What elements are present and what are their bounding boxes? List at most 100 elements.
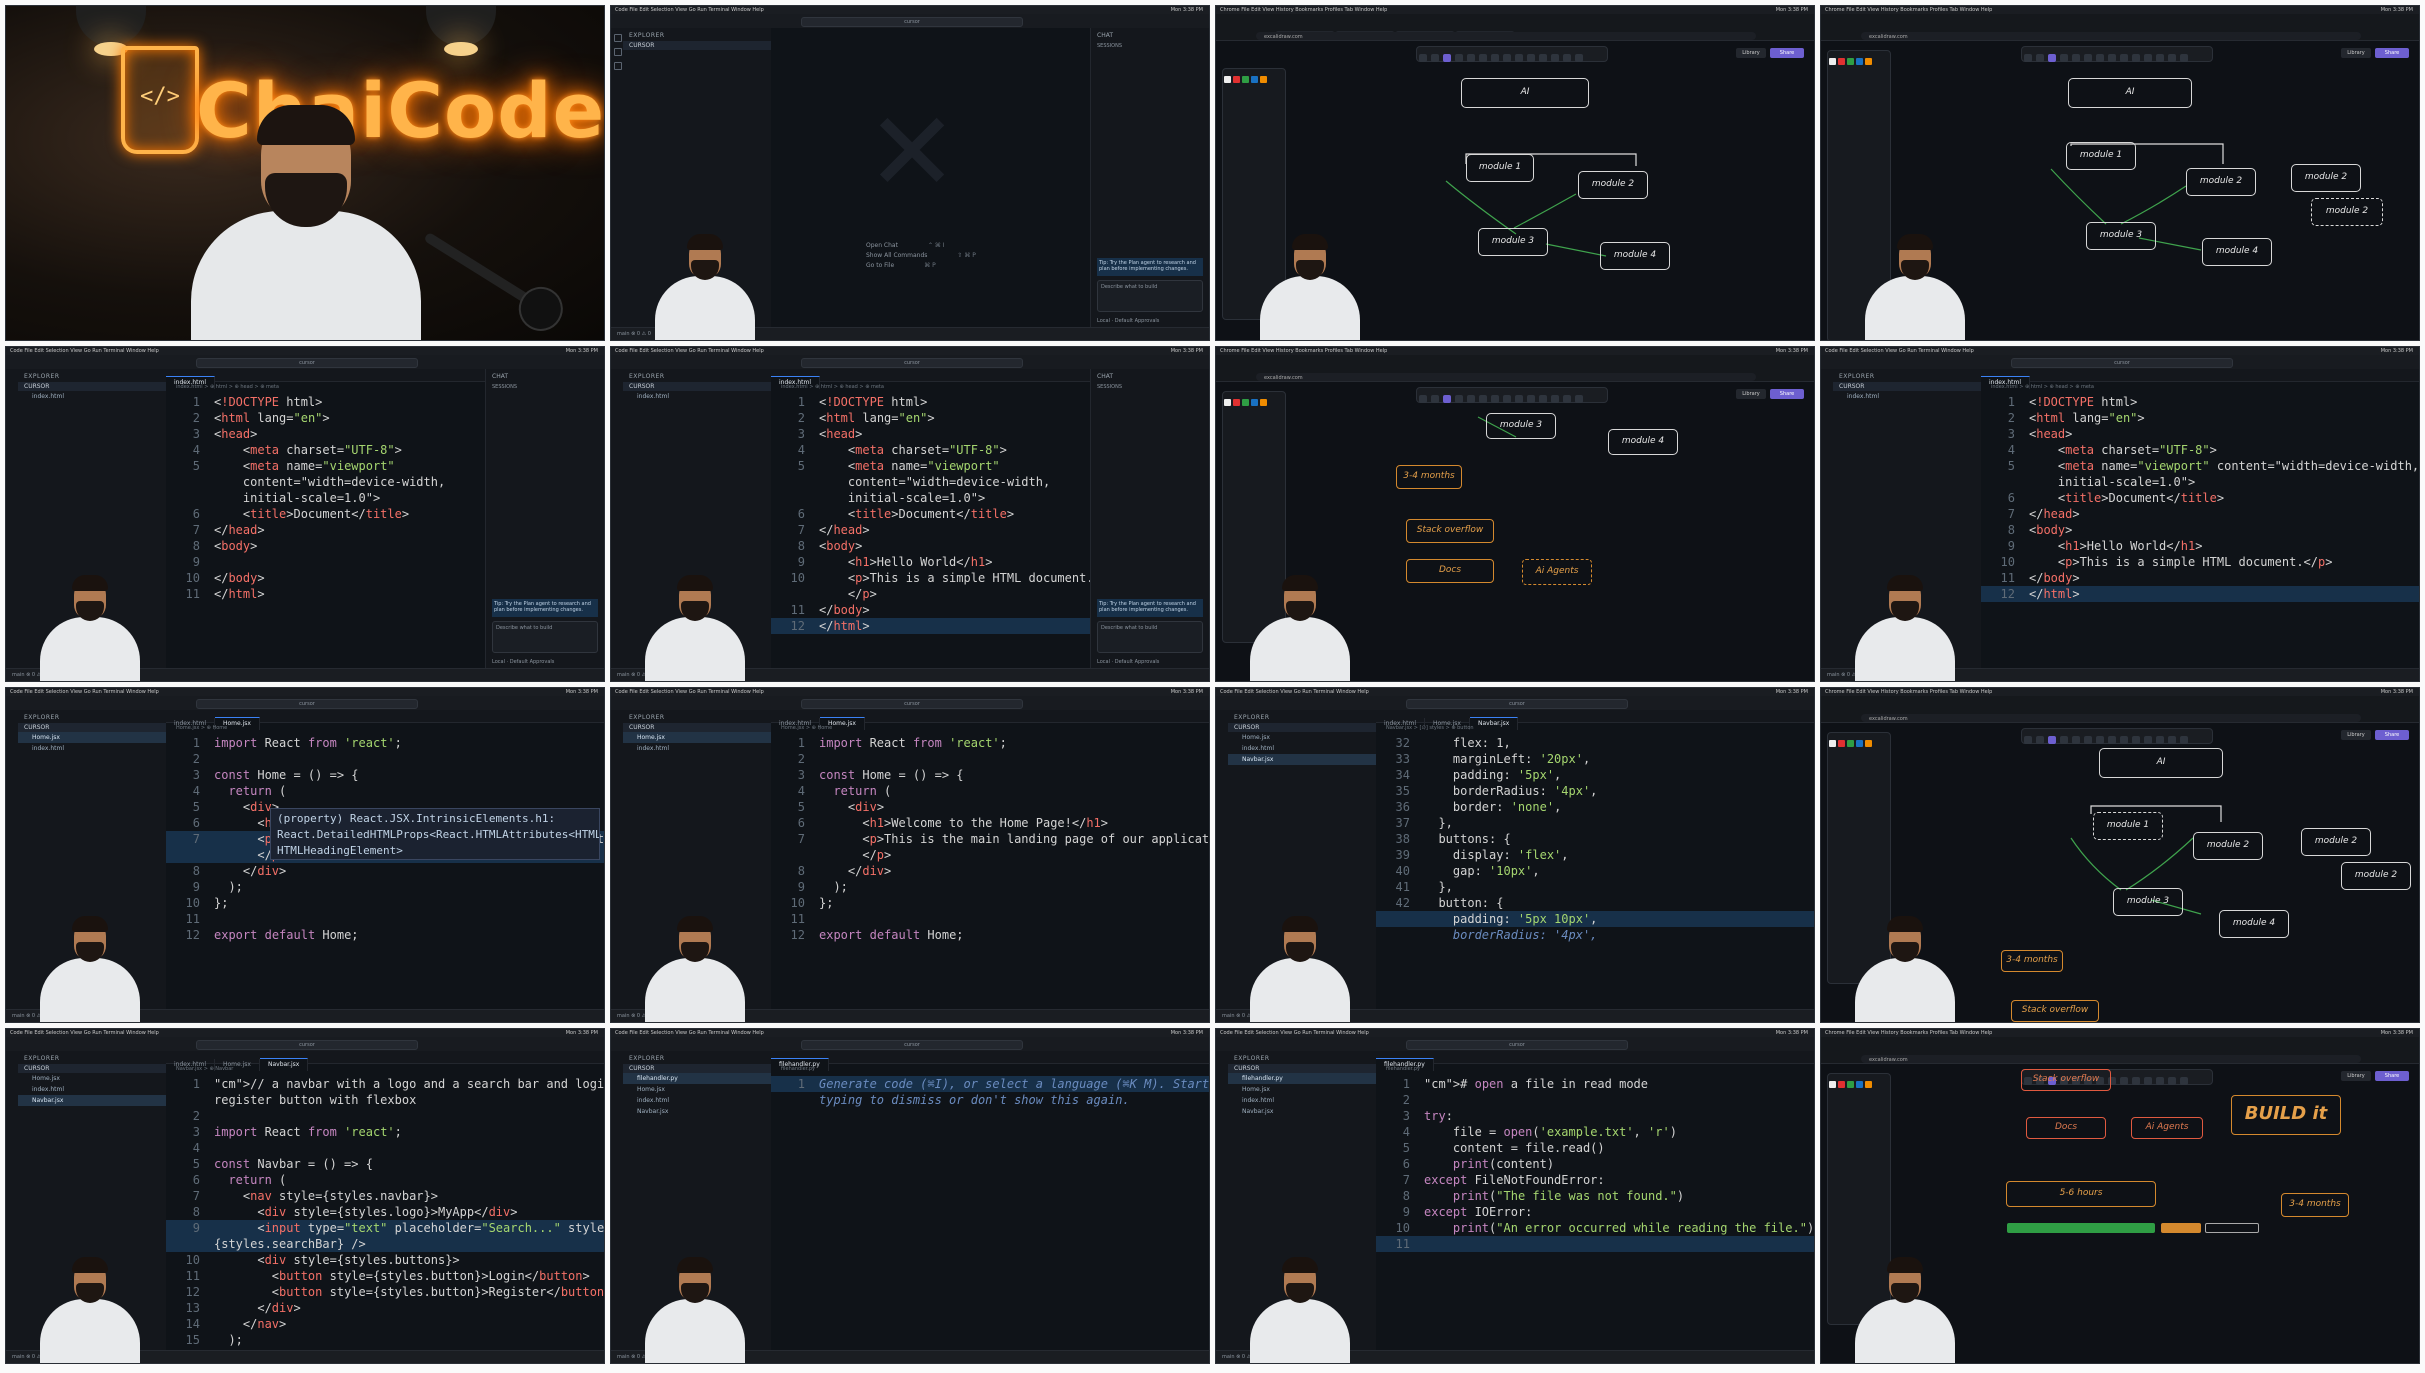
- code-editor[interactable]: index.html Home.jsx Navbar.jsx Navbar.jsx …: [1376, 710, 1814, 1010]
- file-home-jsx[interactable]: Home.jsx: [623, 1084, 771, 1095]
- code-line[interactable]: 7 </head>: [771, 522, 1091, 538]
- file-home-jsx[interactable]: Home.jsx: [1228, 1084, 1376, 1095]
- file-index-html[interactable]: index.html: [623, 743, 771, 754]
- chat-input[interactable]: Describe what to build: [492, 621, 598, 653]
- code-line[interactable]: 12 </html>: [771, 618, 1091, 634]
- stack-overflow-note[interactable]: Stack overflow: [1406, 519, 1494, 543]
- code-editor[interactable]: index.html Home.jsx Home.jsx > ⊕ Home 1 im…: [771, 710, 1209, 1010]
- search-icon[interactable]: [614, 48, 622, 56]
- code-line[interactable]: 9 <h1>Hello World</h1>: [1981, 538, 2419, 554]
- stack-overflow-note[interactable]: Stack overflow: [2021, 1069, 2111, 1091]
- code-line[interactable]: 9 );: [166, 879, 604, 895]
- code-line[interactable]: 8 <div style={styles.logo}>MyApp</div>: [166, 1204, 604, 1220]
- code-line[interactable]: 9: [166, 554, 486, 570]
- shortcut-open-chat[interactable]: Open Chat ⌃ ⌘ I: [866, 242, 945, 249]
- code-line[interactable]: 9 );: [771, 879, 1209, 895]
- code-line[interactable]: 12 export default Home;: [166, 927, 604, 943]
- code-line[interactable]: 33 marginLeft: '20px',: [1376, 751, 1814, 767]
- module-4-box[interactable]: module 4: [2219, 910, 2289, 938]
- ai-agents-note[interactable]: Ai Agents: [1522, 559, 1592, 585]
- code-line[interactable]: content="width=device-width,: [771, 474, 1091, 490]
- module-1-box[interactable]: module 1: [2066, 142, 2136, 170]
- code-line[interactable]: 10};: [166, 895, 604, 911]
- code-line[interactable]: 34 padding: '5px',: [1376, 767, 1814, 783]
- code-line[interactable]: 38 buttons: {: [1376, 831, 1814, 847]
- chat-input[interactable]: Describe what to build: [1097, 280, 1203, 312]
- file-index-html[interactable]: index.html: [1833, 391, 1981, 402]
- code-line[interactable]: 9 except IOError:: [1376, 1204, 1814, 1220]
- duration-note[interactable]: 3-4 months: [2281, 1193, 2349, 1217]
- folder-cursor[interactable]: CURSOR: [623, 41, 771, 50]
- code-line[interactable]: 32 flex: 1,: [1376, 735, 1814, 751]
- code-editor[interactable]: index.html Home.jsx Home.jsx > ⊕ Home 1 im…: [166, 710, 604, 1010]
- tile-editor-welcome[interactable]: Code File Edit Selection View Go Run Ter…: [610, 5, 1210, 341]
- code-line[interactable]: 8 </div>: [771, 863, 1209, 879]
- code-line[interactable]: 8 <body>: [166, 538, 486, 554]
- command-search[interactable]: cursor: [1406, 699, 1628, 709]
- tile-editor-python[interactable]: Code File Edit Selection View Go Run Ter…: [1215, 1028, 1815, 1364]
- code-line[interactable]: 2 <html lang="en">: [166, 410, 486, 426]
- code-line[interactable]: 1 "cm"># open a file in read mode: [1376, 1076, 1814, 1092]
- tile-editor-navbar[interactable]: Code File Edit Selection View Go Run Ter…: [5, 1028, 605, 1364]
- module-4-box[interactable]: module 4: [2202, 238, 2272, 266]
- docs-note[interactable]: Docs: [1406, 559, 1494, 583]
- code-line[interactable]: 1 <!DOCTYPE html>: [771, 394, 1091, 410]
- code-line[interactable]: 36 border: 'none',: [1376, 799, 1814, 815]
- file-index-html[interactable]: index.html: [1228, 743, 1376, 754]
- module-1-box[interactable]: module 1: [2093, 812, 2163, 840]
- tile-editor-home-tooltip[interactable]: Code File Edit Selection View Go Run Ter…: [5, 687, 605, 1023]
- folder-cursor[interactable]: CURSOR: [623, 723, 771, 732]
- tab-navbar-jsx[interactable]: Navbar.jsx: [259, 1058, 309, 1071]
- file-navbar-jsx[interactable]: Navbar.jsx: [1228, 754, 1376, 765]
- tile-editor-navbar-styles[interactable]: Code File Edit Selection View Go Run Ter…: [1215, 687, 1815, 1023]
- code-line[interactable]: 1 import React from 'react';: [771, 735, 1209, 751]
- chat-input[interactable]: Describe what to build: [1097, 621, 1203, 653]
- file-filehandler-py[interactable]: filehandler.py: [1228, 1073, 1376, 1084]
- tile-whiteboard-resources[interactable]: Chrome File Edit View History Bookmarks …: [1215, 346, 1815, 682]
- code-line[interactable]: 7 </head>: [1981, 506, 2419, 522]
- module-2-box[interactable]: module 2: [2193, 832, 2263, 860]
- tile-editor-html-basic[interactable]: Code File Edit Selection View Go Run Ter…: [5, 346, 605, 682]
- code-line[interactable]: 2 <html lang="en">: [771, 410, 1091, 426]
- module-2-box[interactable]: module 2: [1578, 171, 1648, 199]
- code-line[interactable]: 12 <button style={styles.button}>Registe…: [166, 1284, 604, 1300]
- code-line[interactable]: 3 <head>: [1981, 426, 2419, 442]
- code-line[interactable]: 42 button: {: [1376, 895, 1814, 911]
- command-search[interactable]: cursor: [2011, 358, 2233, 368]
- code-line[interactable]: 11 <button style={styles.button}>Login</…: [166, 1268, 604, 1284]
- command-search[interactable]: cursor: [801, 699, 1023, 709]
- shortcut-show-commands[interactable]: Show All Commands ⇧ ⌘ P: [866, 252, 976, 259]
- code-line[interactable]: 4 <meta charset="UTF-8">: [1981, 442, 2419, 458]
- folder-cursor[interactable]: CURSOR: [18, 382, 166, 391]
- command-search[interactable]: cursor: [801, 358, 1023, 368]
- code-line[interactable]: 40 gap: '10px',: [1376, 863, 1814, 879]
- tile-intro[interactable]: </> ChaiCode: [5, 5, 605, 341]
- code-editor[interactable]: index.html index.html > ⊕ html > ⊕ head …: [771, 369, 1094, 669]
- code-line[interactable]: 6 <title>Document</title>: [771, 506, 1091, 522]
- shortcut-go-to-file[interactable]: Go to File ⌘ P: [866, 262, 936, 269]
- file-filehandler-py[interactable]: filehandler.py: [623, 1073, 771, 1084]
- code-line[interactable]: 6 <title>Document</title>: [166, 506, 486, 522]
- folder-cursor[interactable]: CURSOR: [1228, 1064, 1376, 1073]
- code-line[interactable]: 10 <p>This is a simple HTML document.</p…: [1981, 554, 2419, 570]
- code-line[interactable]: 37 },: [1376, 815, 1814, 831]
- module-3-box[interactable]: module 3: [2113, 888, 2183, 916]
- code-line[interactable]: 11 </body>: [1981, 570, 2419, 586]
- code-line[interactable]: 7 <p>This is the main landing page of ou…: [771, 831, 1209, 847]
- code-line[interactable]: 11: [771, 911, 1209, 927]
- ai-box[interactable]: AI: [2068, 78, 2192, 108]
- module-1-box[interactable]: module 1: [1466, 154, 1534, 182]
- folder-cursor[interactable]: CURSOR: [623, 1064, 771, 1073]
- tile-editor-html-full[interactable]: Code File Edit Selection View Go Run Ter…: [610, 346, 1210, 682]
- module-4-box[interactable]: module 4: [1608, 429, 1678, 455]
- code-editor[interactable]: index.html index.html > ⊕ html > ⊕ head …: [1981, 369, 2419, 669]
- module-2-copy-box[interactable]: module 2: [2291, 164, 2361, 192]
- module-3-box[interactable]: module 3: [1478, 228, 1548, 256]
- code-line[interactable]: 7 </head>: [166, 522, 486, 538]
- duration-note[interactable]: 3-4 months: [2001, 950, 2063, 972]
- code-line[interactable]: 4 return (: [166, 783, 604, 799]
- code-line[interactable]: 3 try:: [1376, 1108, 1814, 1124]
- file-index-html[interactable]: index.html: [1228, 1095, 1376, 1106]
- file-home-jsx[interactable]: Home.jsx: [18, 1073, 166, 1084]
- module-3-box[interactable]: module 3: [1486, 413, 1556, 439]
